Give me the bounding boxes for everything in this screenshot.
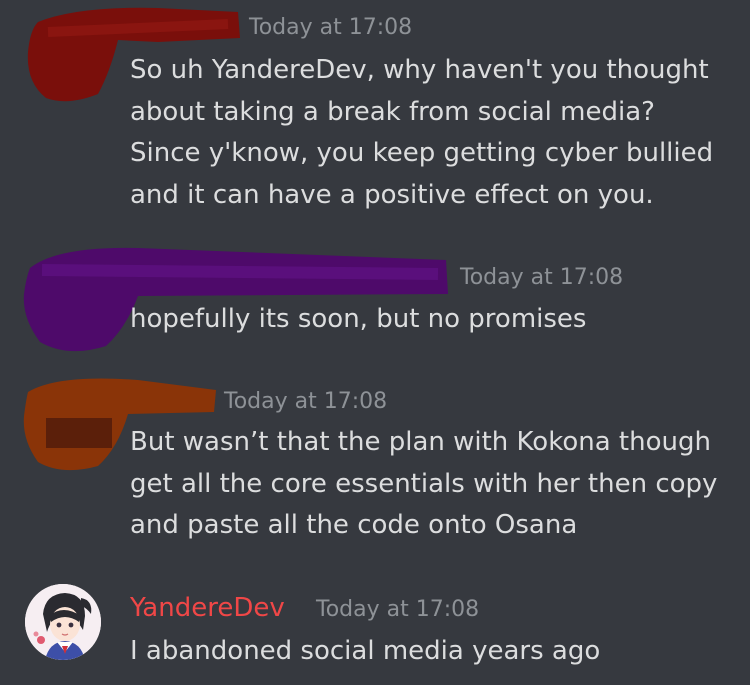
message-timestamp: Today at 17:08: [249, 15, 413, 40]
avatar[interactable]: [25, 584, 101, 660]
message-line: hopefully its soon, but no promises: [130, 304, 587, 334]
anime-girl-avatar-icon: [25, 584, 101, 660]
message-line: So uh YandereDev, why haven't you though…: [130, 55, 709, 85]
message-content: But wasn’t that the plan with Kokona tho…: [130, 422, 740, 547]
message-line: and it can have a positive effect on you…: [130, 179, 654, 210]
message-content: So uh YandereDev, why haven't you though…: [130, 50, 740, 216]
message-timestamp: Today at 17:08: [224, 389, 388, 414]
message-timestamp: Today at 17:08: [460, 265, 624, 290]
message-content: I abandoned social media years ago: [130, 631, 740, 673]
message-timestamp: Today at 17:08: [316, 597, 480, 622]
message-content: hopefully its soon, but no promises: [130, 299, 740, 341]
username[interactable]: YandereDev: [130, 593, 285, 623]
message-line: about taking a break from social media?: [130, 96, 655, 127]
message-line: But wasn’t that the plan with Kokona tho…: [130, 427, 711, 457]
message-line: get all the core essentials with her the…: [130, 468, 718, 499]
message-line: I abandoned social media years ago: [130, 636, 601, 666]
message-line: Since y'know, you keep getting cyber bul…: [130, 138, 714, 168]
message-line: and paste all the code onto Osana: [130, 510, 578, 540]
